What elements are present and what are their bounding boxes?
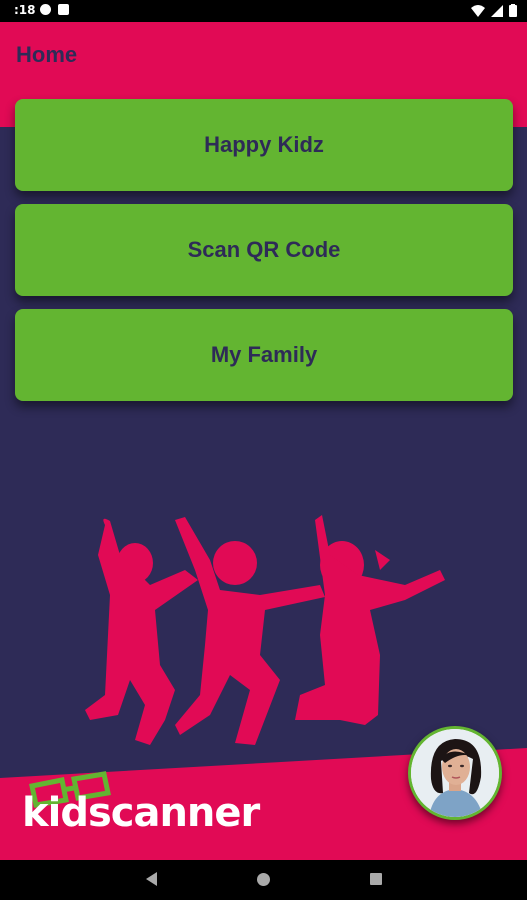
status-time: :18 [14, 3, 36, 17]
brand-logo: kidscanner [22, 790, 260, 836]
battery-icon [509, 4, 517, 17]
circle-home-icon[interactable] [257, 873, 270, 886]
notification-icon [40, 4, 51, 15]
user-avatar[interactable] [408, 726, 502, 820]
avatar-image [411, 729, 499, 817]
triangle-back-icon[interactable] [146, 872, 157, 886]
status-notification-icons [40, 4, 69, 15]
sd-card-icon [58, 4, 69, 15]
page-title: Home [16, 42, 78, 67]
happy-kidz-button[interactable]: Happy Kidz [15, 99, 513, 191]
signal-icon [491, 4, 503, 17]
square-recents-icon[interactable] [370, 873, 382, 885]
jumping-kids-illustration [85, 515, 445, 745]
scan-qr-code-button[interactable]: Scan QR Code [15, 204, 513, 296]
status-system-icons [471, 4, 517, 17]
my-family-button[interactable]: My Family [15, 309, 513, 401]
app-screen: :18 Home Happy Kidz Scan QR Code My Fami… [0, 0, 527, 900]
status-bar: :18 [0, 0, 527, 22]
wifi-icon [471, 4, 485, 17]
system-nav-bar [0, 860, 527, 900]
home-menu: Happy Kidz Scan QR Code My Family [15, 99, 513, 414]
